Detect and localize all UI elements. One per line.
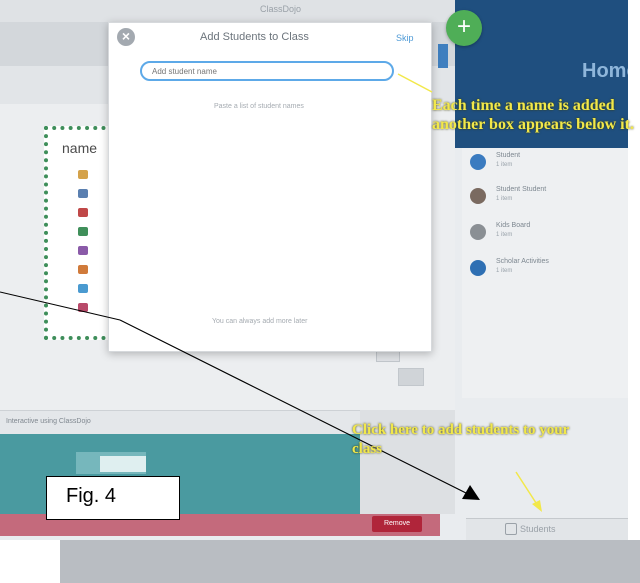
callout-line — [397, 73, 433, 93]
figure-label: Fig. 4 — [66, 485, 117, 507]
yellow-arrow-head — [532, 500, 542, 512]
arrow-line — [119, 319, 469, 495]
annotation-bottom: Click here to add students to your class — [352, 422, 569, 457]
annotation-top: Each time a name is added another box ap… — [432, 97, 634, 133]
arrow-line-left — [0, 291, 121, 321]
yellow-arrow-line — [515, 471, 539, 507]
